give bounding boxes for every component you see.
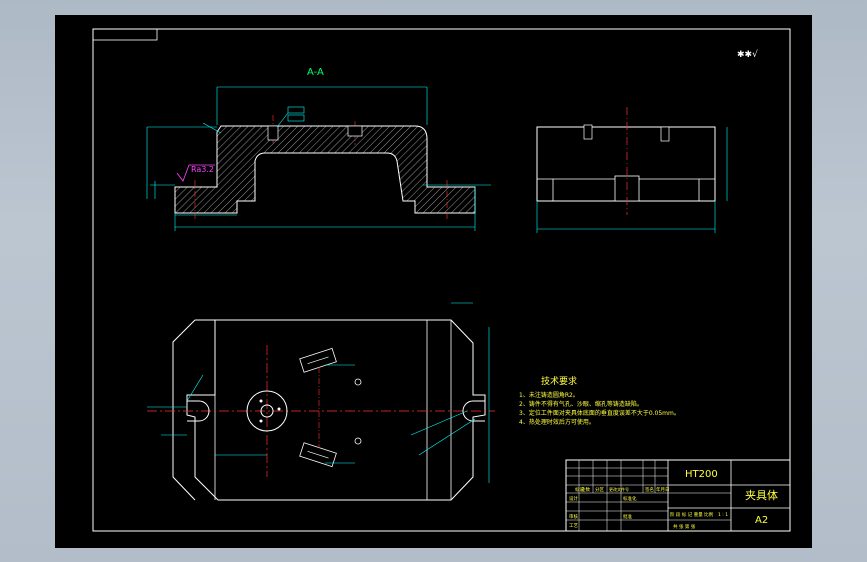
- tb-sheet-size: A2: [755, 515, 768, 526]
- tech-req-item-2: 2、铸件不得有气孔、沙眼、缩孔等铸造缺陷。: [519, 400, 643, 408]
- pin-slot-2: [347, 125, 363, 137]
- boss-hole-1: [277, 407, 281, 411]
- clamp-block-upper: [299, 347, 337, 373]
- tb-label-design: 设计: [569, 495, 578, 502]
- cad-drawing-canvas: ✱✱√ A-A Ra3.2 技术要求 1、未注铸造圆角R2。 2、铸件不得有气孔…: [92, 28, 791, 532]
- section-body: [174, 125, 476, 214]
- tb-label-standard: 标准化: [623, 495, 637, 502]
- leader-slot-right-2: [410, 410, 468, 436]
- side-pin-2: [660, 126, 670, 142]
- leader-chamfer: [202, 122, 222, 134]
- pin-hole-2: [354, 437, 362, 445]
- tb-scale: 1 : 1: [718, 512, 728, 518]
- tb-sheet-row: 共 张 第 张: [673, 523, 696, 530]
- surface-finish-symbol: ✱✱√: [737, 49, 758, 60]
- top-body-chamfer-left: [172, 319, 196, 501]
- tb-part-name: 夹具体: [745, 488, 778, 502]
- tb-label-date: 年月日: [656, 486, 670, 493]
- cad-drawing-viewport[interactable]: ✱✱√ A-A Ra3.2 技术要求 1、未注铸造圆角R2。 2、铸件不得有气孔…: [55, 15, 812, 548]
- pin-slot-1: [267, 125, 279, 141]
- boss-hole-3: [259, 419, 263, 423]
- tech-req-item-3: 3、定位工件面对夹具体底面的垂直度误差不大于0.05mm。: [519, 409, 680, 417]
- tb-label-count: 处数: [581, 486, 590, 493]
- tech-req-item-1: 1、未注铸造圆角R2。: [519, 391, 579, 399]
- tb-label-approve: 批准: [623, 513, 632, 520]
- title-block: 标记 处数 分区 更改文件号 签名 年月日 设计 审核 工艺 标准化 批准 HT…: [565, 459, 791, 532]
- section-view-a-a: A-A Ra3.2: [146, 67, 491, 231]
- clamp-block-upper-slot: [307, 356, 329, 364]
- roughness-callout: Ra3.2: [176, 164, 215, 182]
- clamp-block-lower-slot: [307, 451, 329, 459]
- surface-finish-text: ✱✱√: [737, 49, 758, 60]
- side-pin-1: [583, 124, 593, 140]
- pin-hole-1: [354, 378, 362, 386]
- roughness-text: Ra3.2: [191, 165, 214, 174]
- tb-stage-row: 阶 段 标 记 重量 比例: [670, 511, 714, 518]
- tolerance-frame-2: [287, 114, 305, 122]
- side-view: [536, 107, 728, 233]
- boss-hole-2: [259, 399, 263, 403]
- tb-material: HT200: [685, 469, 718, 480]
- drawing-border: [92, 28, 791, 532]
- leader-tolerance: [276, 112, 289, 128]
- tb-label-change-doc: 更改文件号: [609, 486, 629, 492]
- tb-label-process: 工艺: [569, 523, 578, 529]
- tb-label-sign: 签名: [645, 486, 654, 493]
- technical-requirements: 技术要求 1、未注铸造圆角R2。 2、铸件不得有气孔、沙眼、缩孔等铸造缺陷。 3…: [519, 375, 680, 426]
- top-view: [147, 302, 495, 501]
- drawing-code-box: [92, 28, 158, 41]
- tolerance-frame-1: [287, 106, 305, 114]
- section-label: A-A: [307, 67, 324, 78]
- leader-slot-left: [186, 374, 204, 402]
- tech-req-item-4: 4、热处理时效后方可使用。: [519, 418, 595, 426]
- top-body-outline: [186, 319, 486, 501]
- tb-label-zone: 分区: [595, 486, 604, 493]
- tb-label-review: 审核: [569, 513, 578, 520]
- tech-req-title: 技术要求: [541, 375, 577, 387]
